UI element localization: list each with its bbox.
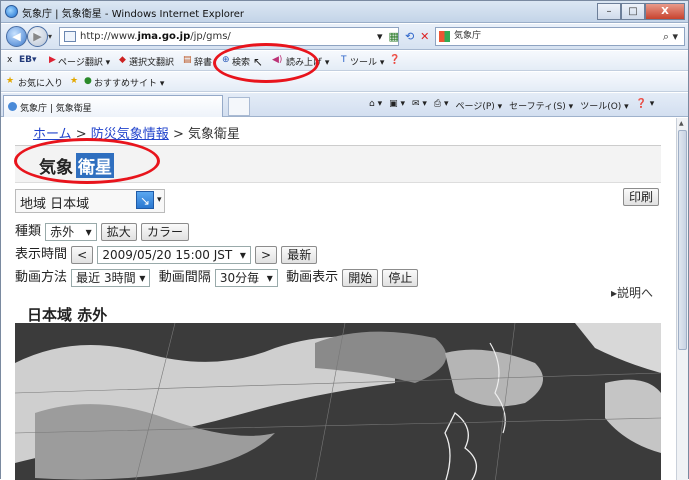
dictionary-icon: ▤ — [183, 55, 192, 65]
annotation-circle-title — [14, 138, 160, 184]
translate-selection-button[interactable]: 選択文翻訳 — [129, 55, 174, 68]
region-selector[interactable]: 地域 日本域 ↘ ▾ — [15, 189, 165, 213]
minimize-button[interactable]: – — [597, 3, 621, 20]
print-button[interactable]: 印刷 — [623, 188, 660, 206]
section-title: 日本域 赤外 — [27, 306, 108, 324]
dictionary-button[interactable]: 辞書 — [194, 55, 212, 68]
add-favorite-icon[interactable]: ★ — [70, 76, 78, 86]
window-title: 気象庁 | 気象衛星 - Windows Internet Explorer — [22, 9, 245, 20]
type-label: 種類 — [15, 224, 42, 239]
selection-translate-icon: ◆ — [119, 55, 126, 65]
feeds-button[interactable]: ▣ ▾ — [389, 99, 405, 112]
animation-row: 動画方法 最近 3時間 ▾ 動画間隔 30分毎 ▾ 動画表示 開始 停止 — [15, 266, 419, 287]
next-time-button[interactable]: > — [255, 245, 278, 264]
prev-time-button[interactable]: < — [71, 245, 94, 264]
favorites-bar: ★ お気に入り ★ ● おすすめサイト ▾ — [1, 72, 688, 92]
time-row: 表示時間 < 2009/05/20 15:00 JST ▾ > 最新 — [15, 243, 318, 264]
satellite-image — [15, 323, 661, 480]
tools-button[interactable]: ツール ▾ — [350, 55, 384, 68]
toolbar-close-button[interactable]: x — [7, 55, 12, 65]
search-icon[interactable]: ⌕ ▾ — [663, 28, 678, 45]
tools-icon: T — [341, 55, 347, 65]
time-label: 表示時間 — [15, 247, 68, 262]
history-dropdown-icon[interactable]: ▾ — [48, 32, 52, 41]
url-field[interactable]: http://www.jma.go.jp/jp/gms/ — [59, 27, 399, 46]
search-field[interactable]: 気象庁 ⌕ ▾ — [435, 27, 685, 46]
ie-logo-icon — [5, 5, 18, 18]
type-row: 種類 赤外 ▾ 拡大 カラー — [15, 220, 189, 241]
help-icon[interactable]: ❓ — [389, 55, 400, 65]
refresh-icon[interactable]: ⟲ — [405, 30, 414, 43]
animation-interval-select[interactable]: 30分毎 ▾ — [214, 268, 278, 287]
new-tab-button[interactable] — [228, 97, 250, 116]
addon-toolbar: x EB▾ ▶ ページ翻訳 ▾ ◆ 選択文翻訳 ▤ 辞書 ⊕ 検索 ↖ ◀) 読… — [1, 51, 688, 71]
stop-button[interactable]: 停止 — [382, 268, 419, 287]
explain-link[interactable]: ▸説明へ — [611, 284, 653, 301]
scroll-up-icon[interactable]: ▲ — [679, 120, 684, 127]
page-menu[interactable]: ページ(P) ▾ — [456, 99, 503, 112]
help-menu[interactable]: ❓ ▾ — [636, 99, 655, 112]
forward-button[interactable]: ▶ — [27, 26, 48, 47]
search-provider-icon — [439, 31, 450, 42]
address-bar: ◀ ▶ ▾ http://www.jma.go.jp/jp/gms/ ▾ ▦ ⟲… — [1, 24, 688, 50]
satellite-cloud-image — [15, 323, 661, 480]
latest-button[interactable]: 最新 — [281, 245, 318, 264]
tab-bar: 気象庁 | 気象衛星 ⌂ ▾ ▣ ▾ ✉ ▾ ⎙ ▾ ページ(P) ▾ セーフテ… — [1, 93, 688, 117]
region-expand-icon[interactable]: ↘ — [136, 191, 154, 209]
region-label: 地域 — [20, 197, 47, 212]
region-dropdown-icon[interactable]: ▾ — [157, 195, 162, 205]
region-value: 日本域 — [50, 197, 90, 212]
title-bar: 気象庁 | 気象衛星 - Windows Internet Explorer –… — [1, 1, 688, 23]
tools-menu[interactable]: ツール(O) ▾ — [580, 99, 629, 112]
type-select[interactable]: 赤外 ▾ — [45, 222, 97, 241]
breadcrumb-current: 気象衛星 — [187, 127, 240, 142]
mail-button[interactable]: ✉ ▾ — [412, 99, 427, 112]
safety-menu[interactable]: セーフティ(S) ▾ — [509, 99, 573, 112]
enlarge-button[interactable]: 拡大 — [100, 222, 137, 241]
favorites-star-icon: ★ — [6, 76, 15, 86]
translate-arrow-icon: ▶ — [49, 55, 56, 65]
suggested-sites-button[interactable]: おすすめサイト ▾ — [94, 76, 164, 89]
translate-page-button[interactable]: ページ翻訳 ▾ — [58, 55, 110, 68]
favorites-button[interactable]: お気に入り — [18, 76, 63, 89]
page-icon — [64, 31, 76, 42]
url-dropdown-icon[interactable]: ▾ — [377, 30, 383, 43]
animation-method-select[interactable]: 最近 3時間 ▾ — [71, 268, 151, 287]
maximize-button[interactable]: □ — [621, 3, 645, 20]
animation-method-label: 動画方法 — [15, 270, 68, 285]
color-button[interactable]: カラー — [140, 222, 189, 241]
compat-view-icon[interactable]: ▦ — [389, 30, 399, 43]
command-bar: ⌂ ▾ ▣ ▾ ✉ ▾ ⎙ ▾ ページ(P) ▾ セーフティ(S) ▾ ツール(… — [369, 99, 654, 112]
home-button[interactable]: ⌂ ▾ — [369, 99, 382, 112]
animation-interval-label: 動画間隔 — [158, 270, 211, 285]
print-command-button[interactable]: ⎙ ▾ — [434, 99, 449, 112]
start-button[interactable]: 開始 — [342, 268, 379, 287]
tab-page-icon — [8, 102, 17, 111]
browser-window: 気象庁 | 気象衛星 - Windows Internet Explorer –… — [0, 0, 689, 480]
animation-display-label: 動画表示 — [286, 270, 339, 285]
tab-jma[interactable]: 気象庁 | 気象衛星 — [3, 95, 223, 117]
annotation-circle-search — [213, 43, 319, 83]
scrollbar-thumb[interactable] — [678, 130, 687, 350]
stop-icon[interactable]: ✕ — [420, 30, 429, 43]
close-button[interactable]: X — [645, 3, 685, 20]
suggested-sites-icon: ● — [84, 76, 92, 86]
back-button[interactable]: ◀ — [6, 26, 27, 47]
eb-menu[interactable]: EB▾ — [19, 55, 37, 65]
vertical-scrollbar[interactable]: ▲ — [676, 118, 688, 480]
time-select[interactable]: 2009/05/20 15:00 JST ▾ — [97, 245, 251, 264]
